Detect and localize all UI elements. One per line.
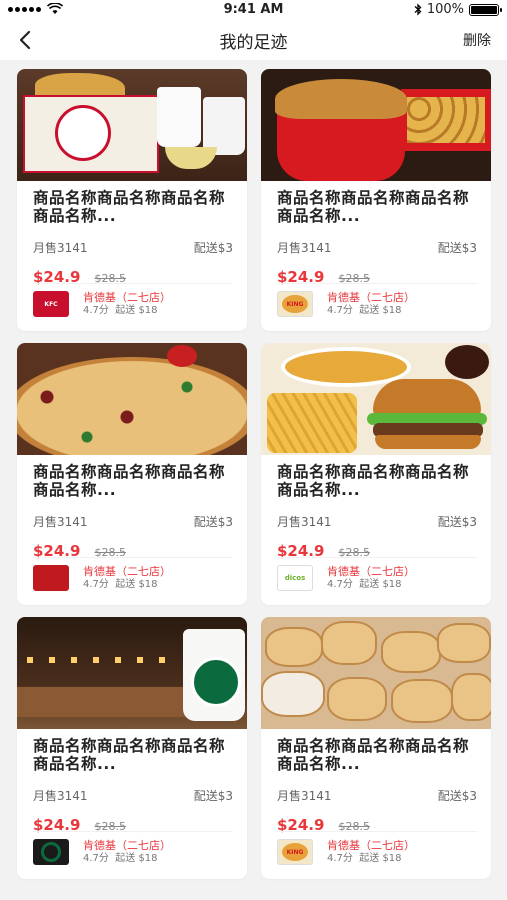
product-title: 商品名称商品名称商品名称商品名称...	[277, 463, 470, 499]
monthly-sales: 月售3141	[33, 515, 88, 529]
product-image	[17, 69, 247, 181]
product-title: 商品名称商品名称商品名称商品名称...	[277, 737, 470, 773]
store-name: 肯德基（二七店）	[83, 291, 171, 304]
starbucks-logo	[33, 839, 69, 865]
product-title: 商品名称商品名称商品名称商品名称...	[33, 737, 226, 773]
store-name: 肯德基（二七店）	[83, 839, 171, 852]
store-row[interactable]: KING 肯德基（二七店） 4.7分 起送 $18	[277, 283, 477, 317]
store-name: 肯德基（二七店）	[327, 565, 415, 578]
store-name: 肯德基（二七店）	[327, 291, 415, 304]
store-rating: 4.7分	[327, 853, 353, 864]
store-rating: 4.7分	[83, 305, 109, 316]
product-image	[17, 343, 247, 455]
product-image	[261, 69, 491, 181]
battery-percent: 100%	[426, 2, 464, 17]
battery-icon	[469, 3, 502, 16]
monthly-sales: 月售3141	[33, 789, 88, 803]
page-title: 我的足迹	[219, 33, 288, 53]
store-row[interactable]: dicos 肯德基（二七店） 4.7分 起送 $18	[277, 557, 477, 591]
store-row[interactable]: 肯德基（二七店） 4.7分 起送 $18	[33, 557, 233, 591]
status-right: 100%	[414, 2, 502, 17]
delivery-fee: 配送$3	[437, 789, 477, 803]
delivery-fee: 配送$3	[437, 241, 477, 255]
red-logo	[33, 565, 69, 591]
delete-button[interactable]: 删除	[463, 30, 491, 50]
min-order: 起送 $18	[115, 579, 158, 590]
product-title: 商品名称商品名称商品名称商品名称...	[33, 189, 226, 225]
product-image	[261, 617, 491, 729]
burger-king-logo: KING	[277, 839, 313, 865]
product-card[interactable]: 商品名称商品名称商品名称商品名称... 月售3141 配送$3 $24.9 $28.…	[261, 343, 491, 605]
product-grid: 商品名称商品名称商品名称商品名称... 月售3141 配送$3 $24.9 $28.…	[17, 69, 491, 879]
product-title: 商品名称商品名称商品名称商品名称...	[277, 189, 470, 225]
product-card[interactable]: 商品名称商品名称商品名称商品名称... 月售3141 配送$3 $24.9 $28.…	[261, 617, 491, 879]
product-image	[261, 343, 491, 455]
store-name: 肯德基（二七店）	[327, 839, 415, 852]
product-card[interactable]: 商品名称商品名称商品名称商品名称... 月售3141 配送$3 $24.9 $28.…	[261, 69, 491, 331]
min-order: 起送 $18	[359, 305, 402, 316]
status-bar: 9:41 AM 100%	[0, 0, 507, 20]
min-order: 起送 $18	[359, 579, 402, 590]
store-row[interactable]: KFC 肯德基（二七店） 4.7分 起送 $18	[33, 283, 233, 317]
delivery-fee: 配送$3	[193, 789, 233, 803]
store-rating: 4.7分	[83, 579, 109, 590]
product-card[interactable]: 商品名称商品名称商品名称商品名称... 月售3141 配送$3 $24.9 $28.…	[17, 343, 247, 605]
burger-king-logo: KING	[277, 291, 313, 317]
bluetooth-icon	[414, 3, 422, 16]
nav-bar: 我的足迹 删除	[0, 20, 507, 60]
store-row[interactable]: 肯德基（二七店） 4.7分 起送 $18	[33, 831, 233, 865]
monthly-sales: 月售3141	[277, 515, 332, 529]
store-rating: 4.7分	[327, 305, 353, 316]
store-rating: 4.7分	[83, 853, 109, 864]
product-title: 商品名称商品名称商品名称商品名称...	[33, 463, 226, 499]
delivery-fee: 配送$3	[193, 241, 233, 255]
min-order: 起送 $18	[115, 853, 158, 864]
delivery-fee: 配送$3	[193, 515, 233, 529]
monthly-sales: 月售3141	[33, 241, 88, 255]
delivery-fee: 配送$3	[437, 515, 477, 529]
monthly-sales: 月售3141	[277, 789, 332, 803]
store-row[interactable]: KING 肯德基（二七店） 4.7分 起送 $18	[277, 831, 477, 865]
store-rating: 4.7分	[327, 579, 353, 590]
product-card[interactable]: 商品名称商品名称商品名称商品名称... 月售3141 配送$3 $24.9 $28.…	[17, 69, 247, 331]
dicos-logo: dicos	[277, 565, 313, 591]
store-name: 肯德基（二七店）	[83, 565, 171, 578]
monthly-sales: 月售3141	[277, 241, 332, 255]
product-card[interactable]: 商品名称商品名称商品名称商品名称... 月售3141 配送$3 $24.9 $28.…	[17, 617, 247, 879]
min-order: 起送 $18	[115, 305, 158, 316]
kfc-logo: KFC	[33, 291, 69, 317]
product-image	[17, 617, 247, 729]
min-order: 起送 $18	[359, 853, 402, 864]
